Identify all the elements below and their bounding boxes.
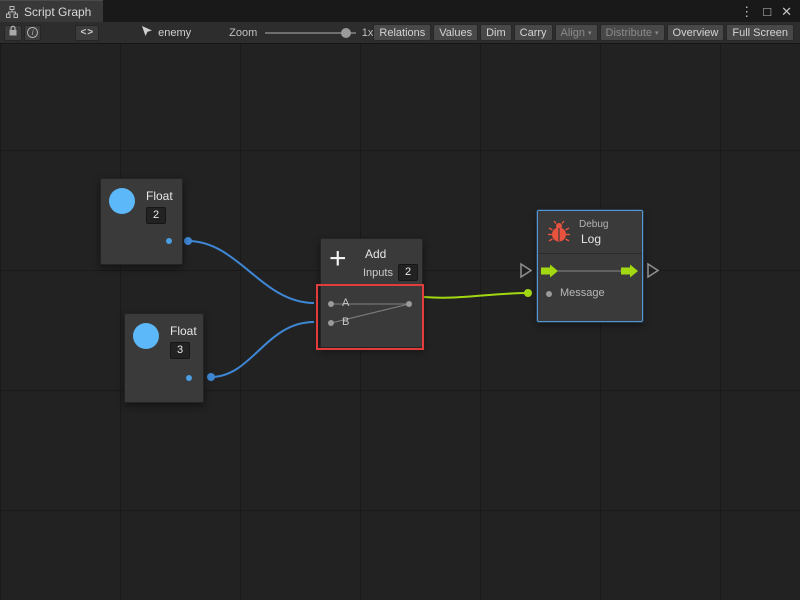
output-port-sum[interactable] <box>406 301 412 307</box>
node-add[interactable]: + Add Inputs 2 A B <box>320 238 423 348</box>
unity-script-graph-window: Script Graph ⋮ □ ✕ i <> <box>0 0 800 600</box>
node-float-1[interactable]: Float 2 <box>100 178 183 265</box>
graph-toolbar: i <> enemy Zoom 1x Relations Values Dim … <box>0 22 800 44</box>
code-view-button[interactable]: <> <box>75 25 99 41</box>
node-title: Log <box>581 232 601 246</box>
inputs-count-field[interactable]: 2 <box>398 264 418 281</box>
window-controls: ⋮ □ ✕ <box>740 0 800 22</box>
float-type-icon <box>133 323 159 349</box>
chevron-down-icon: ▾ <box>588 29 592 37</box>
chevron-down-icon: ▾ <box>655 29 659 37</box>
menu-icon[interactable]: ⋮ <box>740 5 753 18</box>
graph-icon <box>6 6 18 18</box>
carry-button[interactable]: Carry <box>514 24 553 41</box>
message-port-label: Message <box>560 287 605 299</box>
overview-button[interactable]: Overview <box>667 24 725 41</box>
node-title: Float <box>146 189 173 203</box>
distribute-label: Distribute <box>606 27 652 39</box>
float-value-field[interactable]: 2 <box>146 207 166 224</box>
relation-lines <box>321 286 424 347</box>
input-port-a[interactable] <box>328 301 334 307</box>
graph-name: enemy <box>158 27 191 39</box>
node-title: Add <box>365 247 386 261</box>
toolbar-buttons: Relations Values Dim Carry Align ▾ Distr… <box>373 24 796 41</box>
node-title: Float <box>170 324 197 338</box>
float-value-field[interactable]: 3 <box>170 342 190 359</box>
relations-button[interactable]: Relations <box>373 24 431 41</box>
flow-in-arrow-icon <box>541 265 558 278</box>
pointer-icon <box>141 25 153 40</box>
tab-script-graph[interactable]: Script Graph <box>0 0 103 22</box>
graph-reference[interactable]: enemy <box>141 25 191 40</box>
flow-port-triangle-icon[interactable] <box>519 262 534 279</box>
inputs-label: Inputs <box>363 267 393 279</box>
graph-canvas[interactable]: Float 2 Float 3 + Add Inputs 2 <box>0 44 800 600</box>
output-port[interactable] <box>166 238 172 244</box>
align-button[interactable]: Align ▾ <box>555 24 598 41</box>
port-b-label: B <box>342 316 349 328</box>
add-node-ports: A B <box>321 286 422 347</box>
input-port-b[interactable] <box>328 320 334 326</box>
node-debug-log[interactable]: Debug Log Message <box>537 210 643 322</box>
align-label: Align <box>561 27 585 39</box>
zoom-slider[interactable] <box>265 26 356 40</box>
values-button[interactable]: Values <box>433 24 478 41</box>
lock-icon <box>8 25 18 40</box>
lock-button[interactable] <box>4 25 22 41</box>
node-category: Debug <box>579 219 608 230</box>
tab-title: Script Graph <box>24 5 91 19</box>
add-node-header: + Add Inputs 2 <box>321 239 422 286</box>
maximize-icon[interactable]: □ <box>763 5 771 18</box>
titlebar: Script Graph ⋮ □ ✕ <box>0 0 800 22</box>
node-float-2[interactable]: Float 3 <box>124 313 204 403</box>
info-button[interactable]: i <box>24 25 42 41</box>
debug-node-header: Debug Log <box>538 211 642 254</box>
flow-port-triangle-icon[interactable] <box>646 262 661 279</box>
plus-icon: + <box>329 243 347 275</box>
zoom-value: 1x <box>362 27 374 39</box>
code-icon: <> <box>80 27 94 38</box>
float-type-icon <box>109 188 135 214</box>
close-icon[interactable]: ✕ <box>781 5 792 18</box>
full-screen-button[interactable]: Full Screen <box>726 24 794 41</box>
distribute-button[interactable]: Distribute ▾ <box>600 24 665 41</box>
zoom-slider-handle[interactable] <box>341 28 351 38</box>
flow-out-arrow-icon <box>621 265 638 278</box>
message-input-port[interactable] <box>546 291 552 297</box>
info-icon: i <box>27 27 38 38</box>
dim-button[interactable]: Dim <box>480 24 512 41</box>
zoom-label: Zoom <box>229 27 257 39</box>
port-a-label: A <box>342 297 349 309</box>
bug-icon <box>546 219 572 248</box>
output-port[interactable] <box>186 375 192 381</box>
